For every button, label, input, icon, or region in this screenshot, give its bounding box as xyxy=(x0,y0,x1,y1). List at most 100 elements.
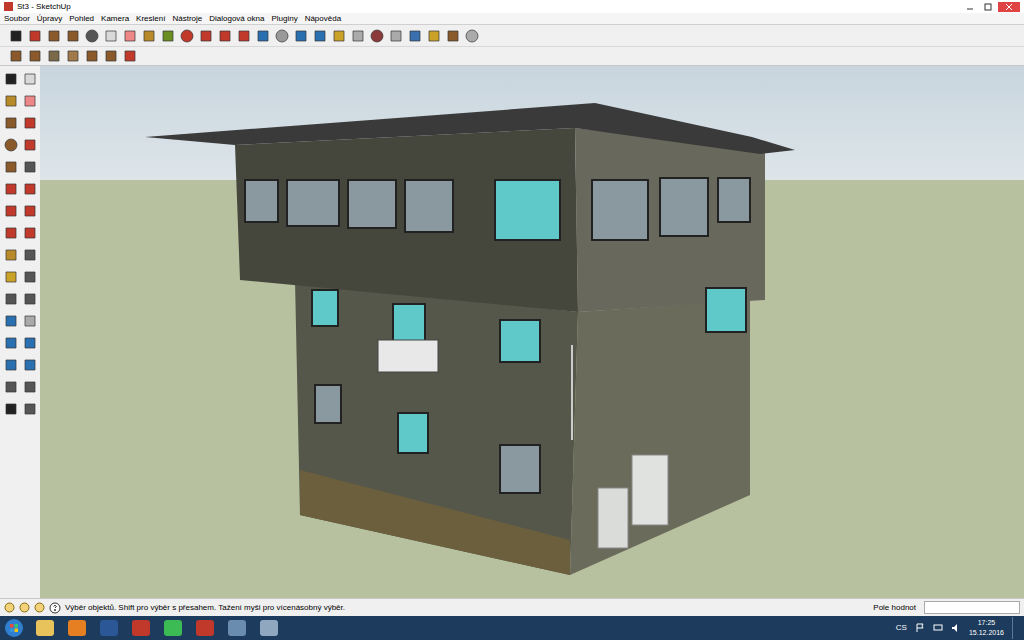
building-model[interactable] xyxy=(40,66,1024,598)
menu-item[interactable]: Dialogová okna xyxy=(209,13,264,24)
taskbar-app-icon[interactable] xyxy=(194,619,216,637)
tool-icon[interactable] xyxy=(445,28,461,44)
tool-icon[interactable] xyxy=(22,93,38,109)
tool-icon[interactable] xyxy=(22,313,38,329)
tool-icon[interactable] xyxy=(3,115,19,131)
tool-icon[interactable] xyxy=(27,28,43,44)
tool-icon[interactable] xyxy=(46,48,62,64)
value-field[interactable] xyxy=(924,601,1020,614)
taskbar-app-icon[interactable] xyxy=(98,619,120,637)
menu-item[interactable]: Úpravy xyxy=(37,13,62,24)
taskbar-app-icon[interactable] xyxy=(226,619,248,637)
viewport[interactable] xyxy=(40,66,1024,598)
show-desktop[interactable] xyxy=(1012,617,1020,639)
tool-icon[interactable] xyxy=(103,48,119,64)
start-button-icon[interactable] xyxy=(4,618,24,638)
tool-icon[interactable] xyxy=(3,247,19,263)
taskbar-app-icon[interactable] xyxy=(162,619,184,637)
tool-icon[interactable] xyxy=(3,269,19,285)
taskbar-app-icon[interactable] xyxy=(34,619,56,637)
tool-icon[interactable] xyxy=(84,28,100,44)
tool-icon[interactable] xyxy=(3,357,19,373)
taskbar-app-icon[interactable] xyxy=(130,619,152,637)
tool-icon[interactable] xyxy=(22,115,38,131)
minimize-icon[interactable] xyxy=(962,2,978,12)
tool-icon[interactable] xyxy=(22,71,38,87)
sketchup-logo-icon xyxy=(4,2,13,11)
tool-icon[interactable] xyxy=(3,401,19,417)
tool-icon[interactable] xyxy=(22,379,38,395)
taskbar-app-icon[interactable] xyxy=(258,619,280,637)
tool-icon[interactable] xyxy=(217,28,233,44)
tool-icon[interactable] xyxy=(22,269,38,285)
tool-icon[interactable] xyxy=(3,159,19,175)
tool-icon[interactable] xyxy=(141,28,157,44)
tool-icon[interactable] xyxy=(407,28,423,44)
tool-icon[interactable] xyxy=(255,28,271,44)
tool-icon[interactable] xyxy=(3,93,19,109)
menu-item[interactable]: Pluginy xyxy=(271,13,297,24)
tool-icon[interactable] xyxy=(22,181,38,197)
tool-icon[interactable] xyxy=(8,48,24,64)
menu-item[interactable]: Nápověda xyxy=(305,13,341,24)
network-icon[interactable] xyxy=(933,623,943,633)
status-circle-icon[interactable] xyxy=(4,602,15,613)
volume-icon[interactable] xyxy=(951,623,961,633)
tool-icon[interactable] xyxy=(22,137,38,153)
tool-icon[interactable] xyxy=(46,28,62,44)
tool-icon[interactable] xyxy=(293,28,309,44)
close-icon[interactable] xyxy=(998,2,1020,12)
tool-icon[interactable] xyxy=(388,28,404,44)
tool-icon[interactable] xyxy=(198,28,214,44)
tool-icon[interactable] xyxy=(426,28,442,44)
tool-icon[interactable] xyxy=(3,335,19,351)
tool-icon[interactable] xyxy=(3,291,19,307)
menu-item[interactable]: Soubor xyxy=(4,13,30,24)
tool-icon[interactable] xyxy=(3,313,19,329)
tool-icon[interactable] xyxy=(3,379,19,395)
menu-item[interactable]: Pohled xyxy=(69,13,94,24)
tool-icon[interactable] xyxy=(122,28,138,44)
tool-icon[interactable] xyxy=(464,28,480,44)
taskbar-app-icon[interactable] xyxy=(66,619,88,637)
maximize-icon[interactable] xyxy=(980,2,996,12)
tool-icon[interactable] xyxy=(22,203,38,219)
tool-icon[interactable] xyxy=(8,28,24,44)
tool-icon[interactable] xyxy=(122,48,138,64)
tool-icon[interactable] xyxy=(22,159,38,175)
tool-icon[interactable] xyxy=(3,181,19,197)
tool-icon[interactable] xyxy=(22,291,38,307)
tool-icon[interactable] xyxy=(22,225,38,241)
tool-icon[interactable] xyxy=(22,335,38,351)
tool-icon[interactable] xyxy=(274,28,290,44)
tool-icon[interactable] xyxy=(350,28,366,44)
tool-icon[interactable] xyxy=(331,28,347,44)
tool-icon[interactable] xyxy=(3,71,19,87)
clock[interactable]: 17:2515.12.2016 xyxy=(969,618,1004,638)
language-indicator[interactable]: CS xyxy=(896,622,907,634)
menu-item[interactable]: Kamera xyxy=(101,13,129,24)
tool-icon[interactable] xyxy=(236,28,252,44)
tool-icon[interactable] xyxy=(22,401,38,417)
tool-icon[interactable] xyxy=(22,247,38,263)
status-circle-icon[interactable] xyxy=(19,602,30,613)
tool-icon[interactable] xyxy=(3,225,19,241)
tool-icon[interactable] xyxy=(160,28,176,44)
tool-icon[interactable] xyxy=(103,28,119,44)
window-title: St3 - SketchUp xyxy=(17,1,71,13)
menu-item[interactable]: Kreslení xyxy=(136,13,165,24)
tool-icon[interactable] xyxy=(369,28,385,44)
tool-icon[interactable] xyxy=(3,137,19,153)
flag-icon[interactable] xyxy=(915,623,925,633)
tool-icon[interactable] xyxy=(179,28,195,44)
menu-item[interactable]: Nástroje xyxy=(172,13,202,24)
tool-icon[interactable] xyxy=(65,28,81,44)
tool-icon[interactable] xyxy=(22,357,38,373)
tool-icon[interactable] xyxy=(65,48,81,64)
tool-icon[interactable] xyxy=(3,203,19,219)
tool-icon[interactable] xyxy=(84,48,100,64)
tool-icon[interactable] xyxy=(312,28,328,44)
tool-icon[interactable] xyxy=(27,48,43,64)
help-icon[interactable] xyxy=(49,602,61,614)
status-circle-icon[interactable] xyxy=(34,602,45,613)
